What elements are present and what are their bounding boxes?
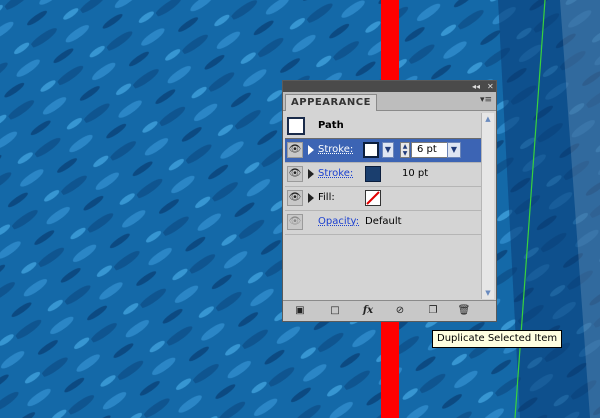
fill-label[interactable]: Fill: — [318, 192, 335, 203]
close-panel-icon[interactable]: ✕ — [487, 81, 494, 92]
opacity-label[interactable]: Opacity: — [318, 216, 359, 227]
scroll-up-icon[interactable]: ▲ — [482, 113, 494, 125]
stroke-label[interactable]: Stroke: — [318, 144, 353, 155]
visibility-eye-icon[interactable]: 👁 — [287, 142, 303, 158]
clear-appearance-icon[interactable]: ⊘ — [393, 304, 407, 318]
panel-title-bar[interactable]: ◂◂ ✕ — [283, 81, 496, 92]
fx-icon[interactable]: fx — [361, 304, 375, 318]
appearance-attribute-list: Path 👁 Stroke: ▼ ▲ ▼ 6 pt ▼ 👁 Stroke: 10 … — [285, 113, 481, 299]
visibility-eye-icon[interactable]: 👁 — [287, 214, 303, 230]
panel-menu-icon[interactable]: ▾≡ — [480, 95, 492, 105]
appearance-panel: ◂◂ ✕ APPEARANCE ▾≡ Path 👁 Stroke: ▼ ▲ ▼ 6… — [282, 80, 497, 322]
stroke-row-2[interactable]: 👁 Stroke: 10 pt — [285, 163, 481, 187]
scroll-down-icon[interactable]: ▼ — [482, 287, 494, 299]
collapse-panel-icon[interactable]: ◂◂ — [472, 81, 480, 92]
stroke-weight-dropdown[interactable]: ▼ — [447, 142, 461, 158]
panel-footer-toolbar: ▣ □ fx ⊘ ❐ 🗑 — [283, 300, 496, 321]
stroke-label[interactable]: Stroke: — [318, 168, 353, 179]
panel-tab-bar: APPEARANCE ▾≡ — [283, 92, 496, 111]
stroke-weight-stepper[interactable]: ▲ ▼ — [400, 142, 410, 158]
stroke-weight-input[interactable]: 6 pt — [411, 142, 449, 158]
expand-triangle-icon[interactable] — [308, 193, 314, 203]
fill-row[interactable]: 👁 Fill: — [285, 187, 481, 211]
fill-none-swatch[interactable] — [365, 190, 381, 206]
no-fill-slash-icon — [366, 191, 380, 205]
delete-item-icon[interactable]: 🗑 — [457, 304, 471, 318]
expand-triangle-icon[interactable] — [308, 169, 314, 179]
duplicate-item-icon[interactable]: ❐ — [426, 304, 440, 318]
object-type-label: Path — [318, 120, 344, 131]
tab-appearance[interactable]: APPEARANCE — [285, 94, 377, 111]
visibility-eye-icon[interactable]: 👁 — [287, 190, 303, 206]
tooltip: Duplicate Selected Item — [432, 330, 563, 348]
stroke-color-swatch[interactable] — [365, 166, 381, 182]
opacity-row[interactable]: 👁 Opacity: Default — [285, 211, 481, 235]
object-thumbnail — [287, 117, 305, 135]
expand-triangle-icon[interactable] — [308, 145, 314, 155]
stroke-color-dropdown[interactable]: ▼ — [382, 142, 394, 158]
stroke-row-1[interactable]: 👁 Stroke: ▼ ▲ ▼ 6 pt ▼ — [285, 139, 481, 163]
add-stroke-icon[interactable]: ▣ — [293, 304, 307, 318]
add-fill-icon[interactable]: □ — [328, 304, 342, 318]
stroke-weight-text: 10 pt — [402, 168, 429, 179]
opacity-value: Default — [365, 216, 402, 227]
stroke-color-swatch[interactable] — [363, 142, 379, 158]
object-header-row: Path — [285, 113, 481, 139]
panel-scrollbar[interactable]: ▲ ▼ — [481, 113, 494, 299]
visibility-eye-icon[interactable]: 👁 — [287, 166, 303, 182]
